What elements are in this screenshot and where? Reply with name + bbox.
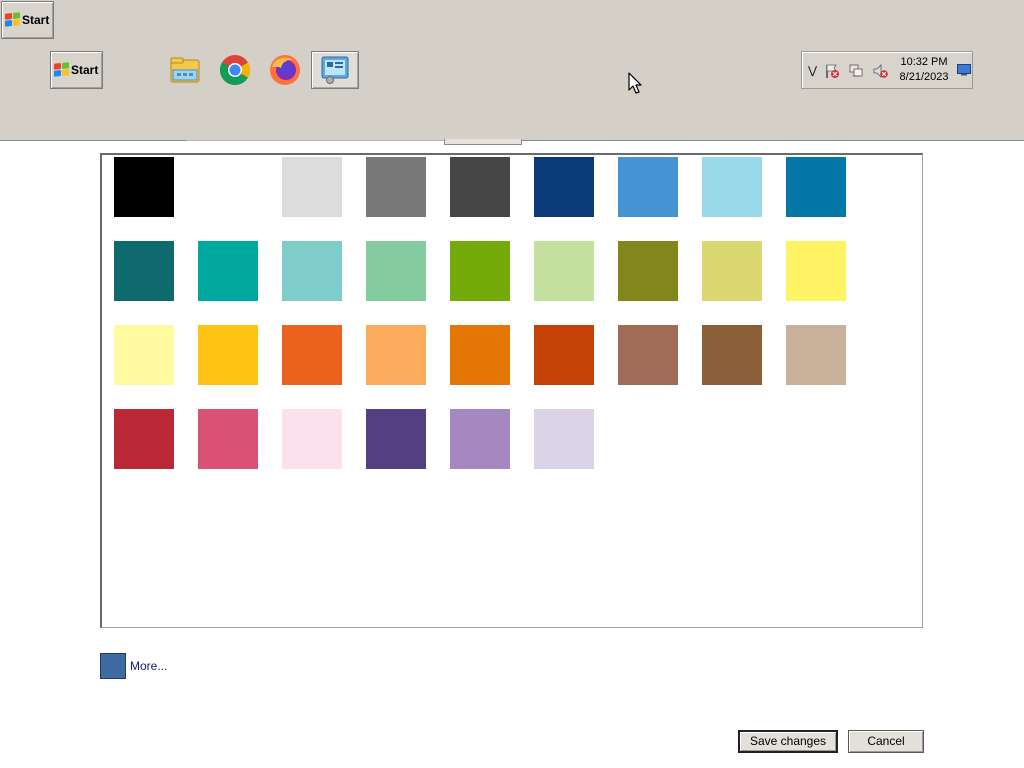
more-colors-link[interactable]: More... [130, 659, 167, 673]
color-swatch[interactable] [450, 157, 510, 217]
color-swatch[interactable] [282, 325, 342, 385]
clock[interactable]: 10:32 PM 8/21/2023 [894, 55, 954, 85]
taskbar-control-panel[interactable] [311, 51, 359, 89]
color-swatch[interactable] [450, 325, 510, 385]
color-swatch[interactable] [702, 325, 762, 385]
color-swatch[interactable] [534, 409, 594, 469]
color-swatch[interactable] [618, 241, 678, 301]
color-swatch[interactable] [282, 409, 342, 469]
color-swatch[interactable] [114, 241, 174, 301]
color-swatch[interactable] [534, 157, 594, 217]
start-button-top[interactable]: Start [1, 1, 54, 39]
color-swatch[interactable] [450, 241, 510, 301]
color-swatch[interactable] [198, 157, 258, 217]
color-swatch[interactable] [618, 157, 678, 217]
color-swatch[interactable] [366, 325, 426, 385]
start-button[interactable]: Start [50, 51, 103, 89]
color-swatch[interactable] [534, 325, 594, 385]
firefox-icon [270, 55, 300, 85]
clock-date: 8/21/2023 [899, 71, 949, 83]
mouse-cursor-icon [628, 72, 642, 94]
color-swatch[interactable] [786, 157, 846, 217]
color-swatch[interactable] [366, 409, 426, 469]
color-palette [100, 153, 923, 628]
taskbar: Start Start ⋁ 10:32 PM 8/21/2023 [0, 0, 1024, 141]
color-swatch[interactable] [450, 409, 510, 469]
clock-time: 10:32 PM [900, 56, 948, 68]
current-color-swatch[interactable] [100, 653, 126, 679]
control-panel-icon [321, 56, 349, 84]
color-swatch[interactable] [702, 157, 762, 217]
chrome-icon [219, 55, 251, 86]
file-explorer-icon [170, 57, 200, 83]
color-swatch[interactable] [114, 157, 174, 217]
color-swatch[interactable] [114, 409, 174, 469]
save-changes-button[interactable]: Save changes [738, 730, 838, 753]
start-label: Start [71, 63, 99, 77]
action-center-flag-icon[interactable] [824, 63, 840, 79]
color-swatch[interactable] [534, 241, 594, 301]
start-label: Start [22, 13, 50, 27]
color-swatch[interactable] [366, 157, 426, 217]
taskbar-chrome[interactable] [216, 51, 254, 89]
volume-muted-icon[interactable] [872, 63, 888, 79]
cancel-button[interactable]: Cancel [848, 730, 924, 753]
window-tab-stub [444, 139, 522, 145]
taskbar-divider [186, 140, 444, 141]
show-desktop-icon[interactable] [957, 64, 971, 76]
color-swatch[interactable] [786, 325, 846, 385]
system-tray: ⋁ 10:32 PM 8/21/2023 [801, 51, 973, 89]
color-swatch[interactable] [198, 409, 258, 469]
color-swatch[interactable] [198, 241, 258, 301]
color-swatch[interactable] [786, 241, 846, 301]
color-swatch[interactable] [366, 241, 426, 301]
taskbar-file-explorer[interactable] [166, 51, 204, 89]
color-swatch[interactable] [282, 157, 342, 217]
color-swatch[interactable] [198, 325, 258, 385]
color-swatch[interactable] [114, 325, 174, 385]
color-swatch[interactable] [702, 241, 762, 301]
windows-logo-icon [54, 62, 69, 78]
windows-logo-icon [5, 12, 20, 28]
taskbar-firefox[interactable] [266, 51, 304, 89]
color-swatch[interactable] [282, 241, 342, 301]
color-swatch[interactable] [618, 325, 678, 385]
screen: Start Start ⋁ 10:32 PM 8/21/2023 More...… [0, 0, 1024, 768]
network-icon[interactable] [848, 63, 864, 79]
show-hidden-icons-chevron-icon[interactable]: ⋁ [808, 64, 817, 77]
